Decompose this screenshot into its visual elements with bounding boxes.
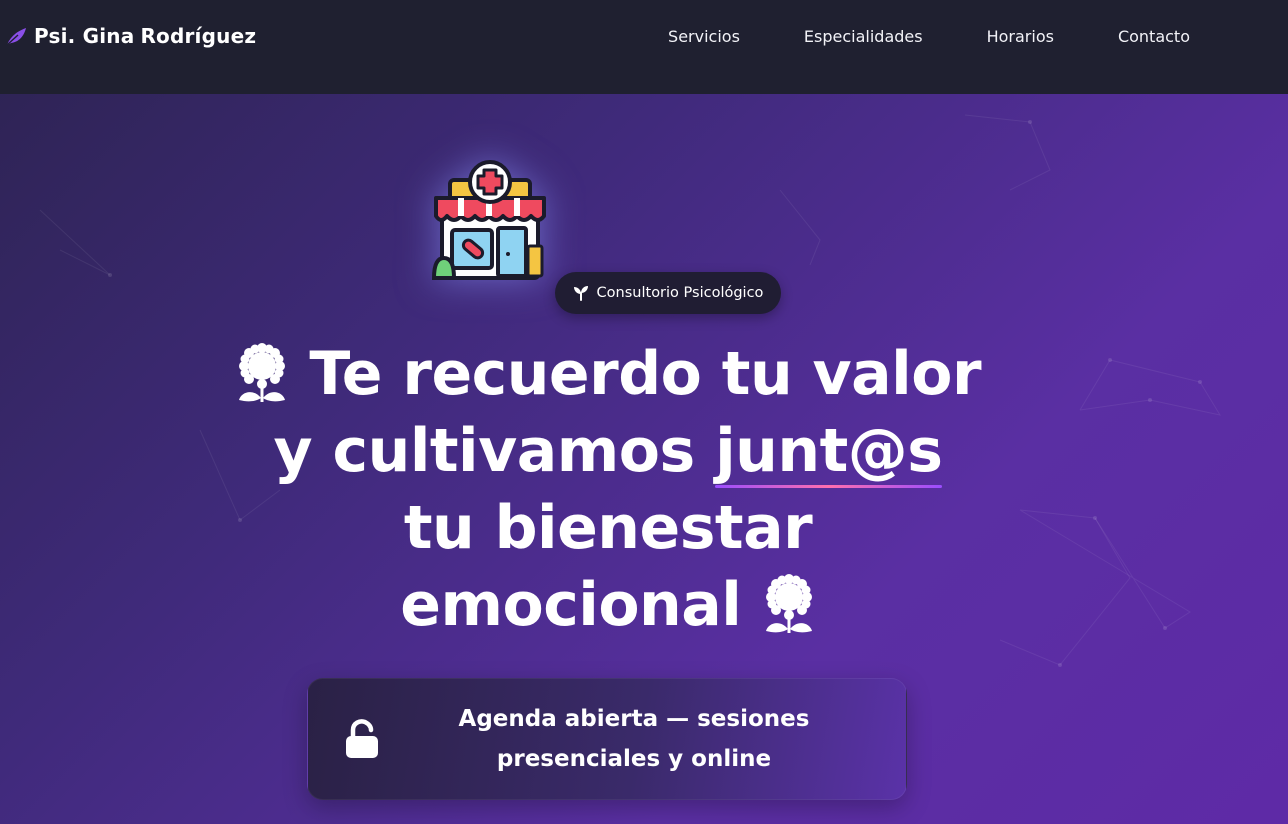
hero-title-line-3: tu bienestar bbox=[403, 493, 813, 563]
top-navbar: Psi. Gina Rodríguez Servicios Especialida… bbox=[0, 0, 1288, 94]
nav-link-especialidades[interactable]: Especialidades bbox=[804, 27, 923, 46]
agenda-text: Agenda abierta — sesiones presenciales y… bbox=[428, 699, 840, 779]
hero-title-line-2: y cultivamos junt@s bbox=[200, 413, 1016, 490]
hero-title-line-1: Te recuerdo tu valor bbox=[200, 336, 1016, 413]
brand-logo-link[interactable]: Psi. Gina Rodríguez bbox=[4, 24, 256, 48]
nav-link-contacto[interactable]: Contacto bbox=[1118, 27, 1190, 46]
nav-link-horarios[interactable]: Horarios bbox=[987, 27, 1054, 46]
hero-title: Te recuerdo tu valor y cultivamos junt@s… bbox=[200, 336, 1016, 644]
clinic-storefront-icon bbox=[431, 160, 546, 280]
sprout-icon bbox=[573, 286, 588, 301]
hero-title-line-4: emocional bbox=[200, 567, 1016, 644]
hero-title-highlight: junt@s bbox=[715, 413, 943, 490]
brand-name: Psi. Gina Rodríguez bbox=[34, 24, 256, 48]
badge-label: Consultorio Psicológico bbox=[596, 285, 764, 301]
hero-title-text-2: y cultivamos bbox=[273, 416, 716, 486]
agenda-line-2: presenciales y online bbox=[496, 746, 772, 772]
agenda-line-1: Agenda abierta — sesiones bbox=[458, 706, 810, 732]
unlock-icon bbox=[346, 719, 378, 758]
feather-leaf-icon bbox=[6, 28, 26, 46]
brand-last-name: Rodríguez bbox=[140, 24, 257, 48]
consultorio-badge: Consultorio Psicológico bbox=[555, 272, 781, 314]
hero-title-text-4: emocional bbox=[400, 570, 742, 640]
nav-link-servicios[interactable]: Servicios bbox=[668, 27, 740, 46]
main-nav: Servicios Especialidades Horarios Contac… bbox=[668, 27, 1190, 46]
sunflower-icon bbox=[238, 343, 285, 402]
brand-first-name: Psi. Gina bbox=[34, 24, 135, 48]
sunflower-icon bbox=[765, 574, 812, 633]
hero-title-text-1: Te recuerdo tu valor bbox=[309, 339, 982, 409]
agenda-open-card[interactable]: Agenda abierta — sesiones presenciales y… bbox=[307, 678, 907, 800]
